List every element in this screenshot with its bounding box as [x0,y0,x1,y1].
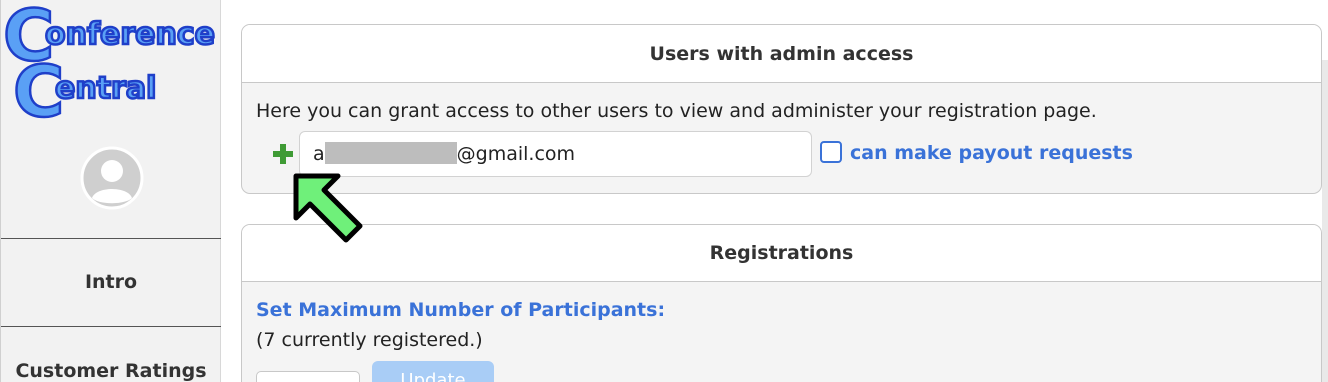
update-button[interactable]: Update [372,361,494,382]
payout-requests-checkbox[interactable] [820,141,842,163]
sidebar-item-customer-ratings[interactable]: Customer Ratings [1,360,221,382]
main-content: Users with admin access Here you can gra… [222,0,1328,382]
sidebar-divider [1,238,221,239]
sidebar-divider [1,326,221,327]
max-participants-label[interactable]: Set Maximum Number of Participants: [256,299,665,321]
admin-access-description: Here you can grant access to other users… [256,100,1097,122]
email-field-value: a @gmail.com [313,142,575,165]
email-prefix: a [313,143,325,165]
registered-count-text: (7 currently registered.) [256,329,483,351]
max-participants-input[interactable] [256,371,360,382]
redacted-text [324,142,457,164]
registrations-title: Registrations [242,225,1321,282]
sidebar: C onference C entral Intro Customer Rati… [0,0,221,382]
scrollbar[interactable] [1322,60,1328,382]
conference-central-logo[interactable]: C onference C entral [3,2,217,120]
logo-line2: entral [55,71,156,106]
add-user-plus-icon[interactable] [271,142,295,166]
user-avatar-icon[interactable] [80,146,144,210]
admin-access-title: Users with admin access [242,25,1321,83]
logo-line1: onference [45,17,215,52]
email-suffix: @gmail.com [456,143,576,165]
sidebar-item-intro[interactable]: Intro [1,271,221,293]
sidebar-item-label: Customer Ratings [15,360,207,382]
email-field[interactable]: a @gmail.com [299,131,812,177]
admin-access-card: Users with admin access Here you can gra… [241,24,1322,194]
registrations-card: Registrations Set Maximum Number of Part… [241,224,1322,382]
payout-requests-label[interactable]: can make payout requests [850,142,1133,164]
sidebar-item-label: Intro [84,271,138,293]
